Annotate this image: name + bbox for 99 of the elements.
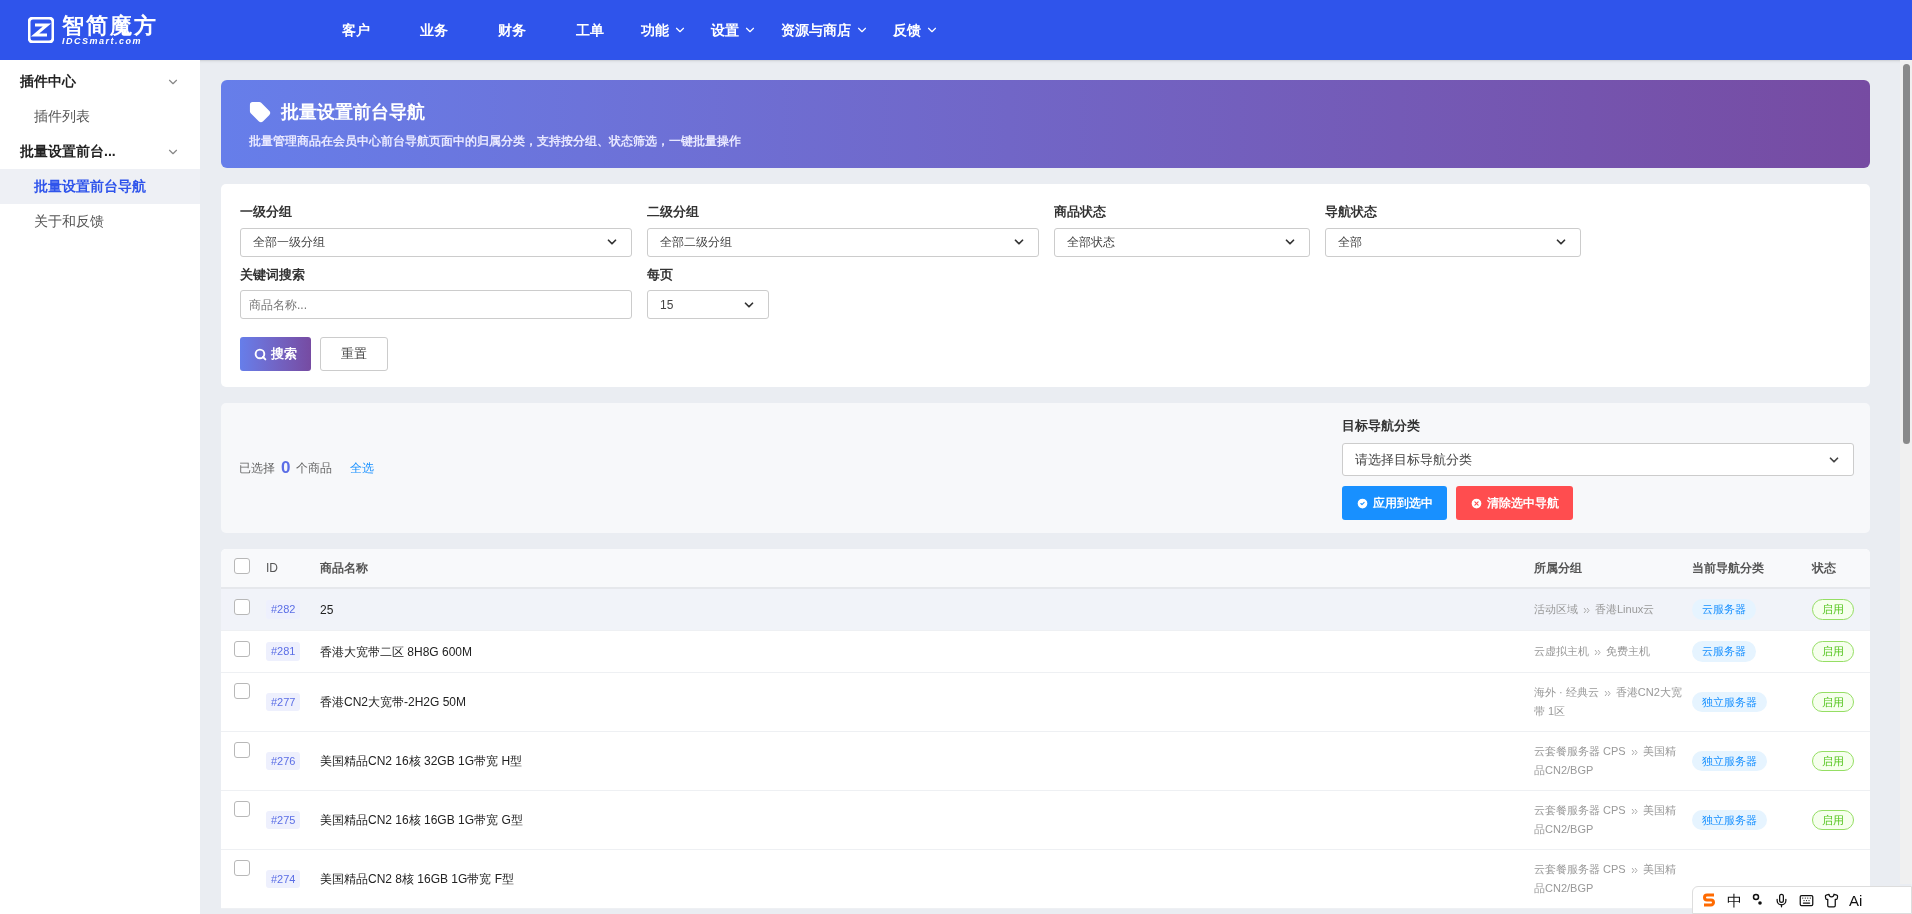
table-cell: 香港大宽带二区 8H8G 600M [320, 630, 1534, 673]
table-cell: 美国精品CN2 8核 16GB 1G带宽 F型 [320, 849, 1534, 909]
status-badge: 启用 [1812, 750, 1854, 772]
page-description: 批量管理商品在会员中心前台导航页面中的归属分类，支持按分组、状态筛选，一键批量操作 [249, 132, 742, 150]
table-cell: 云虚拟主机 免费主机 [1534, 630, 1692, 673]
separator-icon [1594, 648, 1601, 656]
status-badge: 启用 [1812, 599, 1854, 620]
field-label: 每页 [647, 265, 674, 284]
shirt-icon[interactable] [1824, 892, 1839, 908]
selection-label: 个商品 [296, 460, 333, 477]
checkbox[interactable] [234, 641, 250, 657]
table-cell: 美国精品CN2 16核 32GB 1G带宽 H型 [320, 731, 1534, 791]
checkbox[interactable] [234, 801, 250, 817]
id-badge: #277 [266, 692, 301, 712]
checkbox[interactable] [234, 557, 250, 574]
nav-link[interactable]: 客户 [317, 0, 395, 60]
id-badge: #276 [266, 751, 301, 771]
table-cell: 美国精品CN2 16核 16GB 1G带宽 G型 [320, 790, 1534, 850]
nav-category-tag: 云服务器 [1692, 599, 1756, 620]
nav-link[interactable]: 业务 [395, 0, 473, 60]
nav-category-tag: 云服务器 [1692, 641, 1756, 662]
column-header: 所属分组 [1534, 549, 1692, 588]
separator-icon [1630, 866, 1638, 874]
nav-category-tag: 独立服务器 [1692, 809, 1767, 831]
table-row[interactable]: #276 美国精品CN2 16核 32GB 1G带宽 H型 云套餐服务器 CPS 美国精品CN2/BGP 独立服务器 启用 [221, 731, 1870, 791]
microphone-icon[interactable] [1774, 892, 1789, 908]
column-header: ID [266, 549, 320, 588]
status-badge: 启用 [1812, 809, 1854, 831]
nav-category-tag: 独立服务器 [1692, 750, 1767, 772]
input-field[interactable]: 商品名称... [240, 290, 632, 319]
checkbox[interactable] [234, 599, 250, 615]
nav-link[interactable]: 设置 [702, 0, 766, 60]
separator-icon [1583, 606, 1590, 614]
assistant-button[interactable]: Ai [1849, 892, 1863, 908]
separator-icon [1603, 689, 1611, 697]
page-title: 批量设置前台导航 [281, 100, 425, 124]
field-label: 二级分组 [647, 203, 700, 221]
table-row[interactable]: #281 香港大宽带二区 8H8G 600M 云虚拟主机 免费主机 云服务器 启用 [221, 630, 1870, 673]
checkbox[interactable] [234, 860, 250, 876]
brand-subtitle: IDCSmart.com [62, 36, 142, 46]
sidebar-group[interactable]: 批量设置前台... [0, 134, 200, 169]
nav-link[interactable]: 资源与商店 [772, 0, 878, 60]
sidebar-group[interactable]: 插件中心 [0, 64, 200, 99]
input-mode-toggle[interactable]: 中 [1727, 892, 1742, 908]
tag-icon [249, 101, 271, 123]
field-label: 导航状态 [1325, 203, 1378, 221]
sidebar-item[interactable]: 插件列表 [0, 99, 200, 134]
punctuation-icon[interactable] [1752, 893, 1764, 907]
id-badge: #275 [266, 810, 301, 830]
id-badge: #281 [266, 642, 301, 661]
logo-icon [28, 17, 54, 43]
column-header: 状态 [1812, 549, 1870, 588]
scrollbar[interactable] [1900, 60, 1912, 884]
close-circle-icon [1470, 496, 1483, 510]
column-header: 商品名称 [320, 549, 1534, 588]
sidebar-item[interactable]: 批量设置前台导航 [0, 169, 200, 204]
status-badge: 启用 [1812, 691, 1854, 713]
table-cell: 活动区域 香港Linux云 [1534, 588, 1692, 631]
field-label: 商品状态 [1054, 203, 1107, 221]
nav-link[interactable]: 财务 [473, 0, 551, 60]
checkbox[interactable] [234, 742, 250, 758]
id-badge: #274 [266, 869, 301, 889]
table-cell: 云套餐服务器 CPS 美国精品CN2/BGP [1534, 849, 1692, 909]
table-cell: 海外 · 经典云 香港CN2大宽带 1区 [1534, 672, 1692, 732]
selection-label: 已选择 [239, 460, 275, 477]
select-field[interactable]: 全部一级分组 [240, 227, 632, 257]
field-label: 一级分组 [240, 203, 293, 221]
column-header: 当前导航分类 [1692, 549, 1812, 588]
nav-link[interactable]: 功能 [632, 0, 696, 60]
table-cell: 香港CN2大宽带-2H2G 50M [320, 672, 1534, 732]
sidebar-item[interactable]: 关于和反馈 [0, 204, 200, 239]
table-row[interactable]: #275 美国精品CN2 16核 16GB 1G带宽 G型 云套餐服务器 CPS 美国精品CN2/BGP 独立服务器 启用 [221, 790, 1870, 850]
select-field[interactable]: 全部状态 [1054, 227, 1310, 257]
reset-button[interactable]: 重置 [320, 337, 388, 371]
nav-category-tag: 独立服务器 [1692, 691, 1767, 713]
separator-icon [1630, 748, 1638, 756]
nav-link[interactable]: 工单 [551, 0, 629, 60]
table-cell: 云套餐服务器 CPS 美国精品CN2/BGP [1534, 731, 1692, 791]
id-badge: #282 [266, 600, 301, 619]
brand-name: 智简魔方 [62, 14, 158, 37]
sogou-logo-icon[interactable] [1701, 892, 1717, 908]
table-cell: 25 [320, 588, 1534, 631]
check-circle-icon [1356, 496, 1369, 510]
selection-count: 0 [281, 457, 291, 480]
status-badge: 启用 [1812, 641, 1854, 662]
select-field[interactable]: 全部 [1325, 227, 1581, 257]
separator-icon [1630, 807, 1638, 815]
select-field[interactable]: 请选择目标导航分类 [1342, 443, 1854, 477]
field-label: 关键词搜索 [240, 265, 306, 284]
search-icon [254, 347, 267, 361]
search-button[interactable]: 搜索 [240, 337, 311, 371]
field-label: 目标导航分类 [1342, 416, 1421, 435]
keyboard-icon[interactable] [1799, 892, 1814, 908]
select-field[interactable]: 15 [647, 290, 769, 319]
table-cell: 云套餐服务器 CPS 美国精品CN2/BGP [1534, 790, 1692, 850]
select-field[interactable]: 全部二级分组 [647, 227, 1039, 257]
nav-link[interactable]: 反馈 [884, 0, 948, 60]
table-row[interactable]: #277 香港CN2大宽带-2H2G 50M 海外 · 经典云 香港CN2大宽带 1区 独立服务器 启用 [221, 672, 1870, 732]
checkbox[interactable] [234, 683, 250, 699]
